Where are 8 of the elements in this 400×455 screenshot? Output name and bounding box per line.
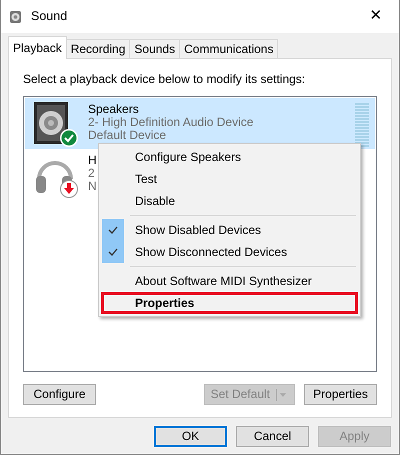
device-name: Speakers <box>88 103 139 116</box>
instruction-text: Select a playback device below to modify its settings: <box>23 71 306 88</box>
device-status: N <box>88 180 97 193</box>
window-title: Sound <box>31 8 68 26</box>
device-status: Default Device <box>88 129 166 142</box>
device-driver: 2- High Definition Audio Device <box>88 116 254 129</box>
device-driver: 2 <box>88 167 95 180</box>
device-name: H <box>88 154 97 167</box>
